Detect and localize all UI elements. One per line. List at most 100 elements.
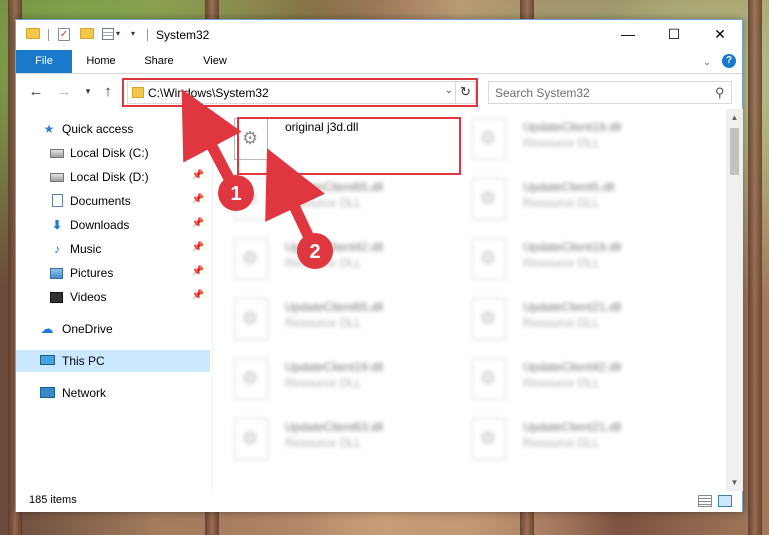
nav-item-music[interactable]: ♪ Music 📌 <box>16 238 210 260</box>
file-type: Resource DLL <box>523 316 600 330</box>
file-name: UpdateClient19.dll <box>285 360 384 374</box>
file-tile[interactable]: UpdateClient5.dll Resource DLL <box>452 169 672 221</box>
pin-icon[interactable]: 📌 <box>192 266 204 277</box>
file-tile[interactable]: UpdateClient21.dll Resource DLL <box>452 409 672 461</box>
file-tile[interactable]: UpdateClient19.dll Resource DLL <box>452 229 672 281</box>
search-input[interactable] <box>495 84 705 101</box>
file-tile[interactable]: UpdateClient42.dll Resource DLL <box>214 229 434 281</box>
file-type: Resource DLL <box>285 436 362 450</box>
pin-icon[interactable]: 📌 <box>192 170 204 181</box>
dll-file-icon <box>234 118 268 160</box>
pin-icon[interactable]: 📌 <box>192 218 204 229</box>
file-name: UpdateClient21.dll <box>523 420 622 434</box>
address-path[interactable]: C:\Windows\System32 <box>148 86 269 100</box>
nav-label: Downloads <box>70 218 130 232</box>
up-button[interactable]: ↑ <box>98 82 118 102</box>
forward-button[interactable]: → <box>54 82 74 102</box>
nav-label: Documents <box>70 194 131 208</box>
tab-file[interactable]: File <box>16 50 72 73</box>
customize-toolbar-icon[interactable]: ▾ <box>131 29 135 38</box>
file-name: UpdateClient65.dll <box>285 300 384 314</box>
vertical-scrollbar[interactable]: ▲ ▼ <box>726 109 743 491</box>
search-icon[interactable]: ⚲ <box>715 85 725 101</box>
file-tile[interactable]: UpdateClient65.dll Resource DLL <box>214 169 434 221</box>
pin-icon[interactable]: 📌 <box>192 290 204 301</box>
folder-icon <box>132 87 144 98</box>
large-icons-view-icon[interactable] <box>718 495 732 507</box>
dll-file-icon <box>472 178 506 220</box>
status-bar: 185 items <box>16 491 742 512</box>
videos-icon <box>50 292 63 303</box>
scroll-up-icon[interactable]: ▲ <box>726 109 743 126</box>
dll-file-icon <box>472 358 506 400</box>
nav-item-downloads[interactable]: ⬇ Downloads 📌 <box>16 214 210 236</box>
pin-icon[interactable]: 📌 <box>192 146 204 157</box>
file-tile[interactable]: UpdateClient42.dll Resource DLL <box>452 349 672 401</box>
nav-label: Music <box>70 242 102 256</box>
nav-item-onedrive[interactable]: ☁ OneDrive <box>16 318 210 340</box>
scroll-thumb[interactable] <box>730 128 739 175</box>
scroll-down-icon[interactable]: ▼ <box>726 474 743 491</box>
file-tile-highlighted[interactable]: original j3d.dll <box>214 109 434 161</box>
dll-file-icon <box>472 298 506 340</box>
file-name: UpdateClient19.dll <box>523 240 622 254</box>
details-view-icon[interactable] <box>698 495 712 507</box>
ribbon: File Home Share View ? ⌄ <box>16 50 742 74</box>
folder-icon <box>26 28 40 39</box>
nav-item-quick-access[interactable]: ★ Quick access <box>16 118 210 140</box>
title-bar: ✓ ▾ ▾ System32 — ☐ ✕ <box>16 20 742 50</box>
recent-locations-button[interactable]: ▾ <box>78 82 98 102</box>
computer-icon <box>40 355 55 365</box>
file-list: original j3d.dll UpdateClient65.dll Reso… <box>214 109 724 491</box>
close-button[interactable]: ✕ <box>697 20 743 50</box>
back-button[interactable]: ← <box>26 82 46 102</box>
nav-item-network[interactable]: Network <box>16 382 210 404</box>
quick-access-toolbar-icon[interactable] <box>102 28 114 40</box>
file-tile[interactable]: UpdateClient65.dll Resource DLL <box>214 289 434 341</box>
minimize-button[interactable]: — <box>605 20 651 50</box>
search-box[interactable]: ⚲ <box>488 81 732 104</box>
pin-icon[interactable]: 📌 <box>192 194 204 205</box>
caret-down-icon[interactable]: ▾ <box>116 29 120 38</box>
downloads-icon: ⬇ <box>51 218 63 232</box>
drive-icon <box>50 173 64 182</box>
item-count: 185 items <box>29 494 77 506</box>
new-folder-icon[interactable] <box>80 28 94 39</box>
nav-label: Quick access <box>62 122 134 136</box>
file-tile[interactable]: UpdateClient19.dll Resource DLL <box>214 349 434 401</box>
file-type: Resource DLL <box>285 196 362 210</box>
address-bar[interactable]: C:\Windows\System32 ⌄ ↻ <box>127 81 476 104</box>
tab-share[interactable]: Share <box>136 50 182 73</box>
title-separator <box>147 29 148 41</box>
address-dropdown-icon[interactable]: ⌄ <box>445 85 453 96</box>
address-row: ← → ▾ ↑ C:\Windows\System32 ⌄ ↻ ⚲ <box>16 75 742 109</box>
expand-ribbon-icon[interactable]: ⌄ <box>698 55 716 69</box>
nav-label: Videos <box>70 290 107 304</box>
pin-icon[interactable]: 📌 <box>192 242 204 253</box>
nav-item-local-disk-c[interactable]: Local Disk (C:) 📌 <box>16 142 210 164</box>
file-name: UpdateClient65.dll <box>285 180 384 194</box>
cloud-icon: ☁ <box>40 321 54 336</box>
nav-label: Local Disk (C:) <box>70 146 149 160</box>
dll-file-icon <box>234 298 268 340</box>
file-explorer-window: ✓ ▾ ▾ System32 — ☐ ✕ File Home Share Vie… <box>15 19 743 512</box>
properties-check-icon[interactable]: ✓ <box>58 28 70 41</box>
file-tile[interactable]: UpdateClient19.dll Resource DLL <box>452 109 672 161</box>
file-tile[interactable]: UpdateClient21.dll Resource DLL <box>452 289 672 341</box>
maximize-button[interactable]: ☐ <box>651 20 697 50</box>
nav-item-documents[interactable]: Documents 📌 <box>16 190 210 212</box>
help-icon[interactable]: ? <box>722 54 736 68</box>
nav-item-videos[interactable]: Videos 📌 <box>16 286 210 308</box>
file-name: UpdateClient19.dll <box>523 120 622 134</box>
nav-item-local-disk-d[interactable]: Local Disk (D:) 📌 <box>16 166 210 188</box>
file-type: Resource DLL <box>523 436 600 450</box>
tab-home[interactable]: Home <box>78 50 124 73</box>
title-separator <box>48 29 49 41</box>
refresh-button[interactable]: ↻ <box>455 82 475 103</box>
tab-view[interactable]: View <box>192 50 238 73</box>
file-tile[interactable]: UpdateClient63.dll Resource DLL <box>214 409 434 461</box>
file-name: UpdateClient42.dll <box>523 360 622 374</box>
nav-item-this-pc[interactable]: This PC <box>16 350 210 372</box>
network-icon <box>40 387 55 398</box>
nav-item-pictures[interactable]: Pictures 📌 <box>16 262 210 284</box>
